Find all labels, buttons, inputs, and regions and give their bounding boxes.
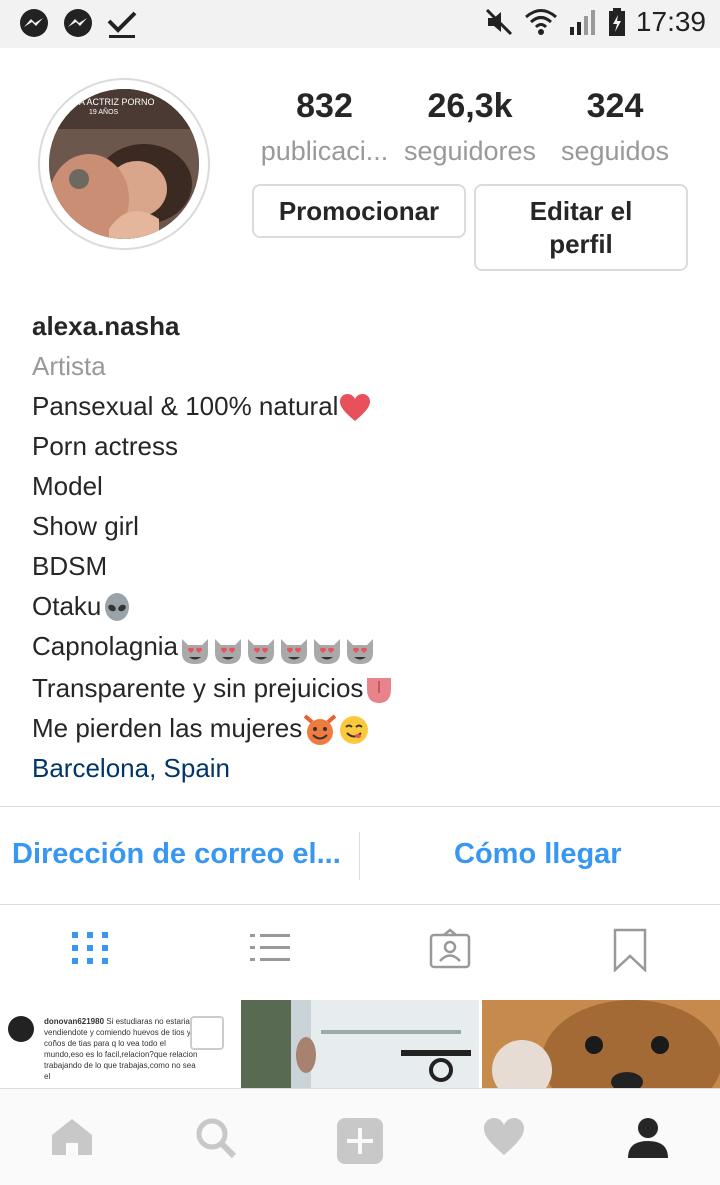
bio-line: Capnolagnia [32,626,394,668]
heart-eyes-cat-icon [215,639,242,665]
mute-icon [485,8,512,36]
bio-line: BDSM [32,551,108,581]
heart-eyes-cat-icon [248,639,275,665]
home-icon [52,1119,92,1155]
multi-post-icon [190,1016,224,1050]
messenger-icon [64,9,92,37]
post-thumbnail[interactable]: donovan621980 Si estudiaras no estarias … [0,1000,238,1088]
heart-eyes-cat-icon [281,639,308,665]
stat-posts[interactable]: 832 publicaci... [252,86,397,170]
nav-activity[interactable] [482,1117,526,1162]
edit-profile-button[interactable]: Editar el perfil [474,184,688,271]
profile-tabs [0,928,720,980]
saved-icon [613,928,647,973]
divider [0,904,720,905]
bio-line-text: Transparente y sin prejuicios [32,673,364,704]
comment-text: donovan621980 Si estudiaras no estarias … [44,1016,204,1082]
nav-profile[interactable] [626,1117,670,1164]
post-photo [482,1000,720,1088]
status-bar: 17:39 [0,0,720,48]
username: alexa.nasha [32,311,180,341]
edit-profile-label: Editar el perfil [530,195,633,261]
category: Artista [32,351,106,381]
stat-following-label: seguidos [560,136,670,166]
wifi-icon [524,9,557,35]
bio-line: Show girl [32,511,139,541]
bio-line: Otaku [32,586,394,626]
divider [0,806,720,807]
add-icon [337,1118,383,1164]
comment-body: Si estudiaras no estarias vendiendote y … [44,1017,198,1081]
heart-icon [484,1118,524,1155]
contact-divider [359,832,360,880]
stat-followers-value: 26,3k [427,87,513,125]
bio-line-text: Pansexual & 100% natural [32,391,339,421]
email-contact-button[interactable]: Dirección de correo el... [12,838,341,871]
stat-following-value: 324 [586,87,644,125]
list-icon [250,934,290,961]
heart-eyes-cat-icon [314,639,341,665]
post-thumbnail[interactable] [241,1000,479,1088]
messenger-icon [20,9,48,37]
nav-home[interactable] [50,1117,94,1162]
grid-icon [72,932,108,964]
bio-line: Model [32,471,103,501]
bio-line-text: Me pierden las mujeres [32,713,303,744]
promote-button-label: Promocionar [278,195,440,226]
avatar-photo [49,89,199,239]
clock: 17:39 [635,6,706,37]
savoring-food-emoji-icon [340,716,369,745]
bio-line: Porn actress [32,431,178,461]
posts-grid: donovan621980 Si estudiaras no estarias … [0,1000,720,1088]
bio-line-text: Otaku [32,591,102,621]
bio-line: Me pierden las mujeres [32,708,394,748]
heart-eyes-cat-emoji-group [178,628,376,668]
edit-profile-label-line1: Editar el [529,195,633,226]
bio-line: Transparente y sin prejuicios [32,668,394,708]
bottom-navigation [0,1088,720,1185]
tab-grid[interactable] [70,928,110,973]
bio-line: Pansexual & 100% natural [32,386,394,426]
heart-emoji-icon [340,394,371,422]
heart-eyes-cat-icon [347,639,374,665]
comment-username: donovan621980 [44,1017,105,1026]
post-thumbnail[interactable] [482,1000,720,1088]
tongue-emoji-icon [367,678,392,704]
tab-tagged[interactable] [429,928,471,975]
signal-icon [569,10,595,35]
nav-search[interactable] [195,1117,237,1164]
tagged-icon [429,928,471,969]
tab-list[interactable] [250,928,290,973]
bio: alexa.nasha Artista Pansexual & 100% nat… [32,306,394,788]
search-icon [196,1118,237,1159]
stat-posts-label: publicaci... [260,136,389,166]
nav-add[interactable] [336,1117,384,1170]
comment-avatar [8,1016,34,1042]
profile-icon [628,1118,668,1158]
battery-charging-icon [608,8,625,36]
directions-button[interactable]: Cómo llegar [454,838,622,871]
bio-line-text: Capnolagnia [32,631,179,661]
stat-posts-value: 832 [296,87,353,125]
tab-saved[interactable] [612,928,648,977]
promote-button[interactable]: Promocionar [252,184,466,238]
stat-following[interactable]: 324 seguidos [550,86,680,170]
avatar[interactable]: A ACTRIZ PORNO 19 AÑOS [49,89,199,239]
location-link[interactable]: Barcelona, Spain [32,748,394,788]
avatar-subcaption: 19 AÑOS [89,109,119,116]
post-photo [241,1000,479,1088]
heart-eyes-cat-icon [182,639,209,665]
stat-followers-label: seguidores [403,136,537,166]
edit-profile-label-line2: perfil [549,228,613,259]
stat-followers[interactable]: 26,3k seguidores [400,86,540,170]
download-done-icon [107,11,137,38]
avatar-caption: A ACTRIZ PORNO [79,97,155,107]
smiling-devil-emoji-icon [303,714,337,746]
alien-emoji-icon [105,593,130,622]
